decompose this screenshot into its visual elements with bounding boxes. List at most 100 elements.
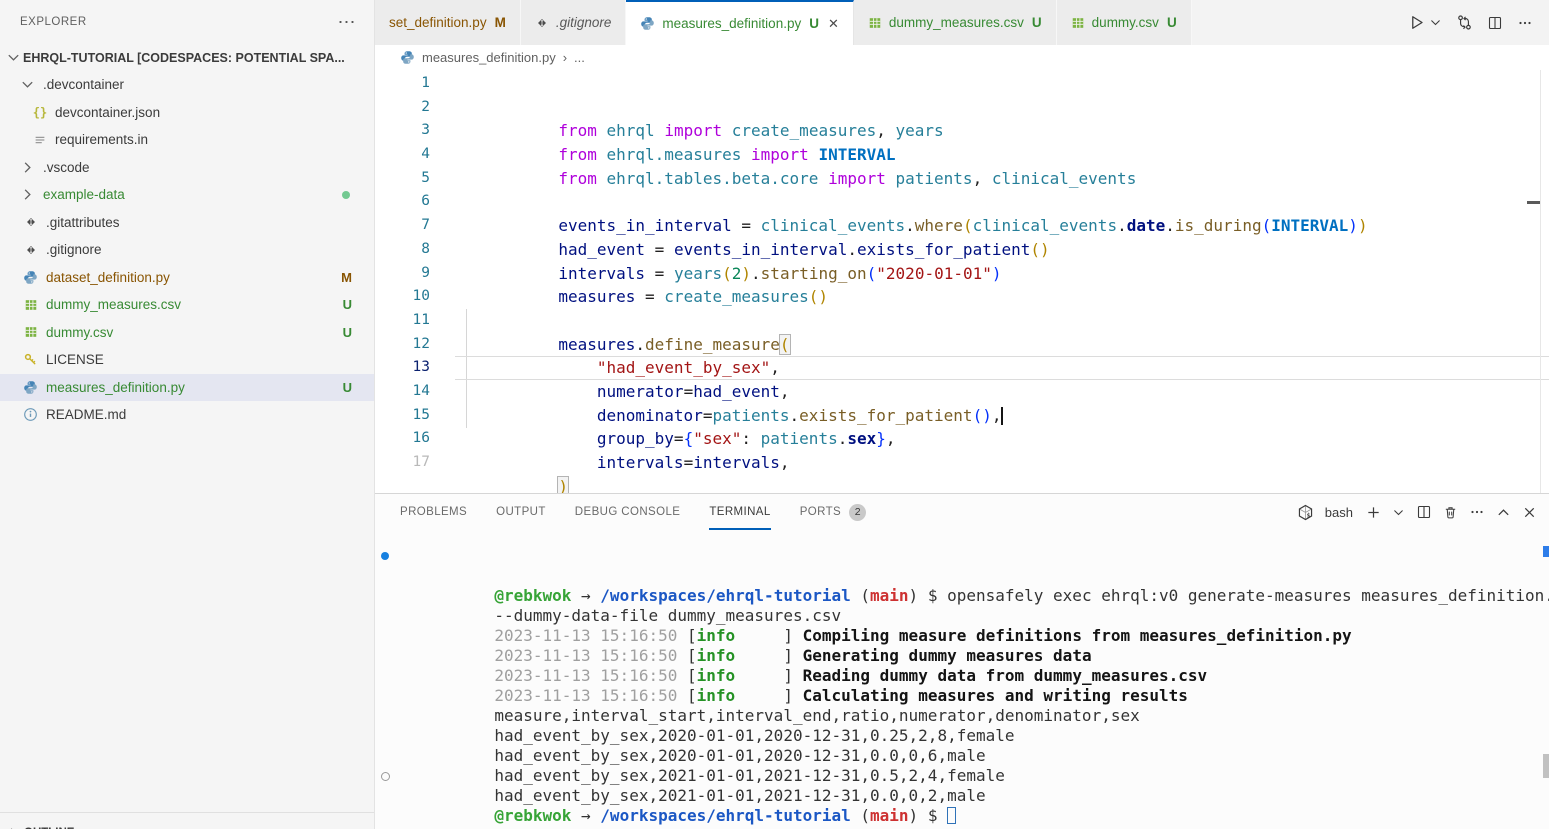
outline-section-header[interactable]: OUTLINE xyxy=(0,812,374,829)
editor-tab[interactable]: measures_definition.py U xyxy=(626,0,854,45)
panel-tab[interactable]: PROBLEMS xyxy=(400,494,467,530)
terminal-line: 2023-11-13 15:16:50 [info ] Reading dumm… xyxy=(375,626,1549,646)
panel-tab-label: TERMINAL xyxy=(709,506,770,518)
terminal-segment xyxy=(947,807,956,824)
editor-tab-bar: set_definition.py M .gitignore measures_… xyxy=(375,0,1549,45)
file-tree-row[interactable]: README.md xyxy=(0,401,374,429)
file-tree-row[interactable]: .gitignore xyxy=(0,236,374,264)
code-editor[interactable]: 1 from ehrql import create_measures, yea… xyxy=(375,70,1549,493)
file-tree-row[interactable]: LICENSE xyxy=(0,346,374,374)
code-line[interactable]: 14 group_by={"sex": patients.sex}, xyxy=(375,380,1549,404)
line-content: intervals = years(2).starting_on("2020-0… xyxy=(462,214,1002,238)
terminal-line: measure,interval_start,interval_end,rati… xyxy=(375,666,1549,686)
terminal-line-text: @rebkwok → /workspaces/ehrql-tutorial (m… xyxy=(398,766,956,786)
command-decoration[interactable] xyxy=(380,566,398,586)
new-terminal-button[interactable] xyxy=(1366,505,1381,520)
code-line[interactable]: 10 measures.define_measure( xyxy=(375,285,1549,309)
panel-more-actions-icon[interactable] xyxy=(1469,504,1485,520)
command-decoration[interactable] xyxy=(380,686,398,706)
tab-label: dummy_measures.csv xyxy=(889,15,1024,30)
code-line[interactable]: 5 events_in_interval = clinical_events.w… xyxy=(375,167,1549,191)
file-tree-row[interactable]: dummy_measures.csv U xyxy=(0,291,374,319)
file-tree-row[interactable]: .vscode xyxy=(0,154,374,182)
line-content: from ehrql import create_measures, years xyxy=(462,72,944,96)
kill-terminal-icon[interactable] xyxy=(1443,505,1458,520)
file-label: requirements.in xyxy=(55,132,148,147)
command-decoration[interactable] xyxy=(380,606,398,626)
git-status-badge: U xyxy=(1167,15,1177,30)
file-tree-row[interactable]: example-data xyxy=(0,181,374,209)
breadcrumb[interactable]: measures_definition.py › ... xyxy=(375,45,1549,70)
more-actions-icon[interactable] xyxy=(1517,15,1533,31)
explorer-more-actions-button[interactable]: ⋯ xyxy=(338,17,357,27)
file-tree-row[interactable]: dataset_definition.py M xyxy=(0,264,374,292)
breadcrumb-file[interactable]: measures_definition.py xyxy=(422,50,556,65)
shell-label[interactable]: bash xyxy=(1325,505,1353,520)
code-line[interactable]: 16 ) xyxy=(375,427,1549,451)
terminal[interactable]: @rebkwok → /workspaces/ehrql-tutorial (m… xyxy=(375,546,1549,829)
csv-icon xyxy=(868,16,882,30)
editor-tab[interactable]: dummy_measures.csv U xyxy=(854,0,1057,45)
file-tree-row[interactable]: requirements.in xyxy=(0,126,374,154)
maximize-panel-icon[interactable] xyxy=(1496,505,1511,520)
editor-tab[interactable]: set_definition.py M xyxy=(375,0,521,45)
code-line[interactable]: 11 "had_event_by_sex", xyxy=(375,309,1549,333)
file-tree-row[interactable]: measures_definition.py U xyxy=(0,374,374,402)
panel-tab-label: DEBUG CONSOLE xyxy=(575,506,681,518)
line-number: 10 xyxy=(375,285,430,309)
code-line[interactable]: 1 from ehrql import create_measures, yea… xyxy=(375,72,1549,96)
command-decoration[interactable] xyxy=(380,626,398,646)
command-decoration[interactable] xyxy=(380,726,398,746)
line-number: 1 xyxy=(375,72,430,96)
breadcrumb-more[interactable]: ... xyxy=(574,50,585,65)
workspace-root-folder[interactable]: EHRQL-TUTORIAL [CODESPACES: POTENTIAL SP… xyxy=(0,44,374,71)
code-line[interactable]: 4 xyxy=(375,143,1549,167)
code-line[interactable]: 6 had_event = events_in_interval.exists_… xyxy=(375,190,1549,214)
code-line[interactable]: 3 from ehrql.tables.beta.core import pat… xyxy=(375,119,1549,143)
code-line[interactable]: 17 xyxy=(375,451,1549,475)
code-line[interactable]: 9 xyxy=(375,262,1549,286)
command-decoration[interactable] xyxy=(380,666,398,686)
command-decoration[interactable] xyxy=(380,546,398,566)
split-editor-icon[interactable] xyxy=(1487,15,1503,31)
command-decoration[interactable] xyxy=(380,766,398,786)
file-tree-row[interactable]: {} devcontainer.json xyxy=(0,99,374,127)
panel-tab[interactable]: TERMINAL xyxy=(709,494,770,530)
split-terminal-icon[interactable] xyxy=(1416,504,1432,520)
code-line[interactable]: 2 from ehrql.measures import INTERVAL xyxy=(375,96,1549,120)
code-line[interactable]: 7 intervals = years(2).starting_on("2020… xyxy=(375,214,1549,238)
run-python-file-button[interactable] xyxy=(1408,14,1425,31)
open-changes-icon[interactable] xyxy=(1456,14,1473,31)
untracked-dot xyxy=(342,191,350,199)
line-number: 6 xyxy=(375,190,430,214)
chevron-down-icon[interactable] xyxy=(6,50,21,65)
code-line[interactable]: 13 denominator=patients.exists_for_patie… xyxy=(375,356,1549,380)
command-decoration[interactable] xyxy=(380,746,398,766)
tab-label: .gitignore xyxy=(556,15,612,30)
panel-tab[interactable]: PORTS 2 xyxy=(800,494,866,530)
line-content: intervals=intervals, xyxy=(462,404,790,428)
terminal-line-text: measure,interval_start,interval_end,rati… xyxy=(398,666,1140,686)
terminal-dropdown-chevron-icon[interactable] xyxy=(1392,506,1405,519)
terminal-scrollbar-thumb[interactable] xyxy=(1543,754,1549,778)
editor-tab[interactable]: dummy.csv U xyxy=(1057,0,1192,45)
code-line[interactable]: 15 intervals=intervals, xyxy=(375,404,1549,428)
overview-ruler[interactable] xyxy=(1540,70,1541,493)
file-tree-row[interactable]: .devcontainer xyxy=(0,71,374,99)
file-tree-row[interactable]: dummy.csv U xyxy=(0,319,374,347)
close-panel-icon[interactable] xyxy=(1522,505,1537,520)
editor-tab[interactable]: .gitignore xyxy=(521,0,627,45)
tab-label: dummy.csv xyxy=(1092,15,1159,30)
explorer-title: EXPLORER xyxy=(20,16,87,28)
command-decoration[interactable] xyxy=(380,586,398,606)
command-decoration[interactable] xyxy=(380,646,398,666)
code-line[interactable]: 8 measures = create_measures() xyxy=(375,238,1549,262)
command-decoration[interactable] xyxy=(380,706,398,726)
terminal-segment: → xyxy=(571,806,600,825)
panel-tab[interactable]: DEBUG CONSOLE xyxy=(575,494,681,530)
code-line[interactable]: 12 numerator=had_event, xyxy=(375,333,1549,357)
close-icon[interactable] xyxy=(828,17,839,30)
run-dropdown-chevron-icon[interactable] xyxy=(1429,16,1442,29)
file-tree-row[interactable]: .gitattributes xyxy=(0,209,374,237)
panel-tab[interactable]: OUTPUT xyxy=(496,494,546,530)
